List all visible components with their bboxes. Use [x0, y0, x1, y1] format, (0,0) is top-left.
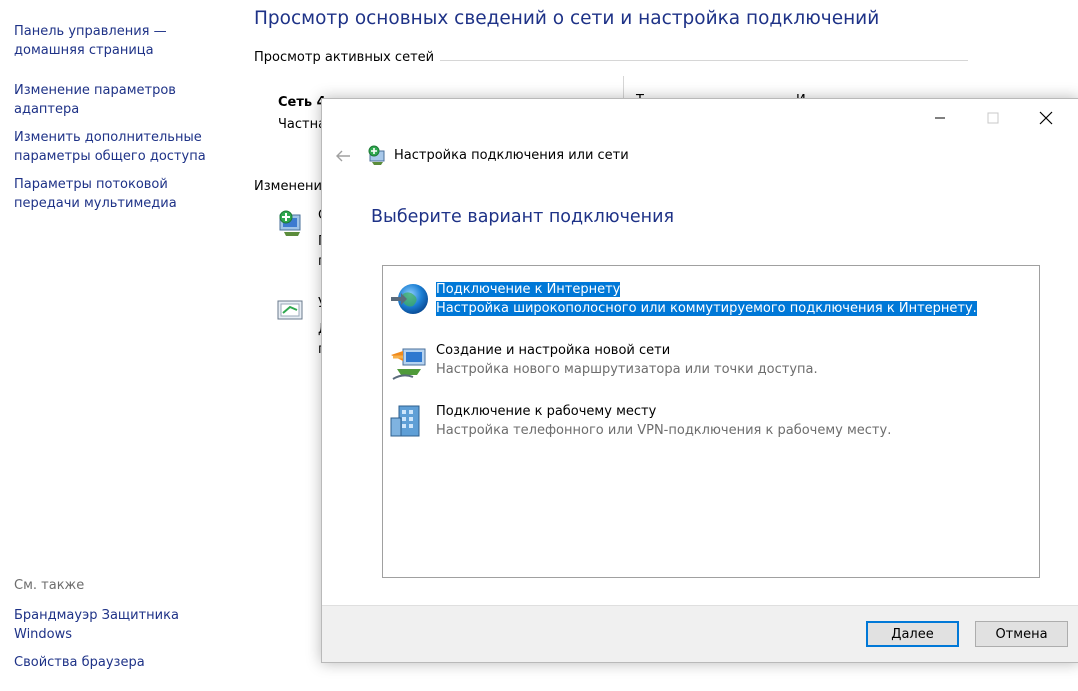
cancel-button[interactable]: Отмена — [975, 621, 1068, 647]
minimize-icon — [935, 117, 945, 119]
option-title: Подключение к Интернету — [436, 280, 621, 299]
option-title-text: Подключение к Интернету — [436, 282, 621, 297]
maximize-icon — [987, 112, 999, 124]
option-description: Настройка телефонного или VPN-подключени… — [436, 423, 892, 438]
option-new-network[interactable]: Создание и настройка новой сети Настройк… — [387, 339, 1037, 383]
option-title: Создание и настройка новой сети — [436, 343, 671, 358]
option-description: Настройка широкополосного или коммутируе… — [436, 299, 977, 318]
option-title: Подключение к рабочему месту — [436, 404, 657, 419]
change-settings-label: Изменени — [254, 179, 322, 194]
sidebar-adapter-link[interactable]: Изменение параметров адаптера — [14, 81, 214, 119]
globe-internet-icon — [389, 282, 429, 322]
close-button[interactable] — [1023, 99, 1069, 137]
maximize-button[interactable] — [970, 99, 1016, 137]
close-icon — [1039, 111, 1053, 125]
option-description: Настройка нового маршрутизатора или точк… — [436, 362, 818, 377]
back-arrow-icon — [336, 150, 350, 162]
new-network-icon — [389, 343, 429, 387]
troubleshoot-icon[interactable] — [276, 297, 306, 329]
firewall-link[interactable]: Брандмауэр Защитника Windows — [14, 606, 214, 644]
sidebar-streaming-link[interactable]: Параметры потоковой передачи мультимедиа — [14, 175, 214, 213]
control-panel-window: Панель управления — домашняя страница Из… — [0, 0, 1078, 691]
sidebar-sharing-link[interactable]: Изменить дополнительные параметры общего… — [14, 128, 214, 166]
browser-properties-link[interactable]: Свойства браузера — [14, 653, 214, 672]
option-internet-connection[interactable]: Подключение к Интернету Настройка широко… — [387, 278, 1037, 322]
network-name: Сеть 4 — [278, 95, 326, 110]
option-description-text: Настройка широкополосного или коммутируе… — [436, 301, 977, 316]
dialog-heading: Выберите вариант подключения — [371, 207, 675, 227]
section-divider — [440, 60, 968, 61]
see-also-label: См. также — [14, 578, 85, 593]
workplace-building-icon — [389, 404, 429, 444]
setup-connection-dialog: Настройка подключения или сети Выберите … — [321, 98, 1078, 663]
minimize-button[interactable] — [917, 99, 963, 137]
new-connection-icon[interactable] — [276, 209, 306, 243]
dialog-footer: Далее Отмена — [322, 605, 1078, 662]
network-setup-icon — [367, 145, 387, 171]
page-title: Просмотр основных сведений о сети и наст… — [254, 8, 880, 29]
dialog-title: Настройка подключения или сети — [394, 148, 629, 163]
active-networks-label: Просмотр активных сетей — [254, 50, 435, 65]
back-button[interactable] — [332, 145, 354, 167]
connection-options-list[interactable]: Подключение к Интернету Настройка широко… — [382, 265, 1040, 578]
option-workplace[interactable]: Подключение к рабочему месту Настройка т… — [387, 400, 1037, 444]
next-button[interactable]: Далее — [866, 621, 959, 647]
sidebar-home-link[interactable]: Панель управления — домашняя страница — [14, 22, 214, 60]
network-type-link[interactable]: Частна — [278, 117, 326, 132]
